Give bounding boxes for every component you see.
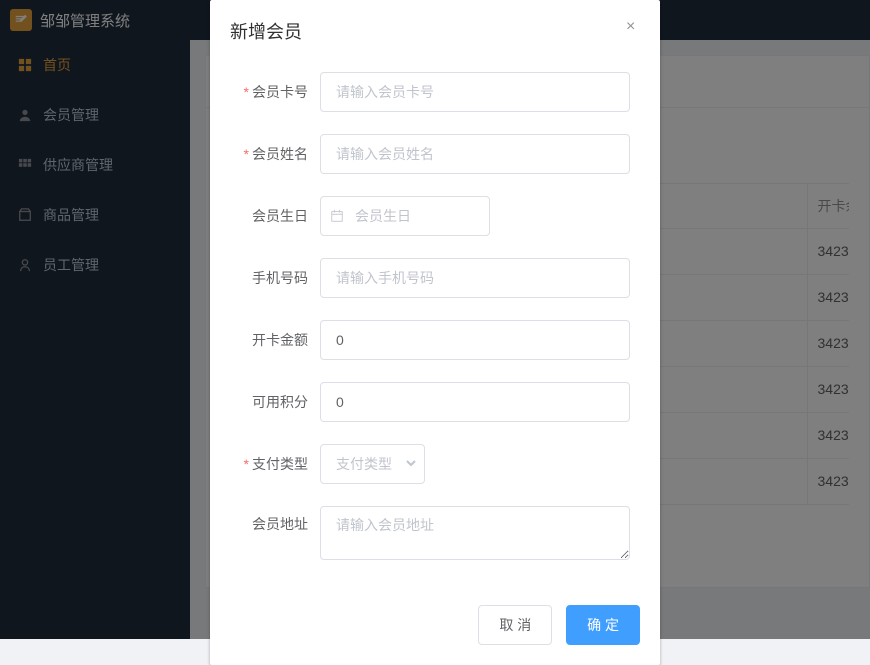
modal-title: 新增会员 [230,22,302,42]
card-label: *会员卡号 [240,82,320,102]
birthday-input[interactable] [320,196,490,236]
name-label: *会员姓名 [240,144,320,164]
chevron-down-icon [405,456,417,472]
address-input[interactable] [320,506,630,560]
points-input[interactable] [320,382,630,422]
phone-input[interactable] [320,258,630,298]
address-label: 会员地址 [240,506,320,534]
close-icon[interactable]: × [626,18,642,34]
ok-button[interactable]: 确 定 [566,605,640,645]
name-input[interactable] [320,134,630,174]
amount-input[interactable] [320,320,630,360]
cancel-button[interactable]: 取 消 [478,605,552,645]
add-member-modal: 新增会员 × *会员卡号 *会员姓名 会员生日 手机号码 开卡金额 可用积分 [210,0,660,665]
calendar-icon [330,209,344,223]
paytype-label: *支付类型 [240,454,320,474]
points-label: 可用积分 [240,392,320,412]
phone-label: 手机号码 [240,268,320,288]
amount-label: 开卡金额 [240,330,320,350]
card-input[interactable] [320,72,630,112]
birthday-label: 会员生日 [240,206,320,226]
